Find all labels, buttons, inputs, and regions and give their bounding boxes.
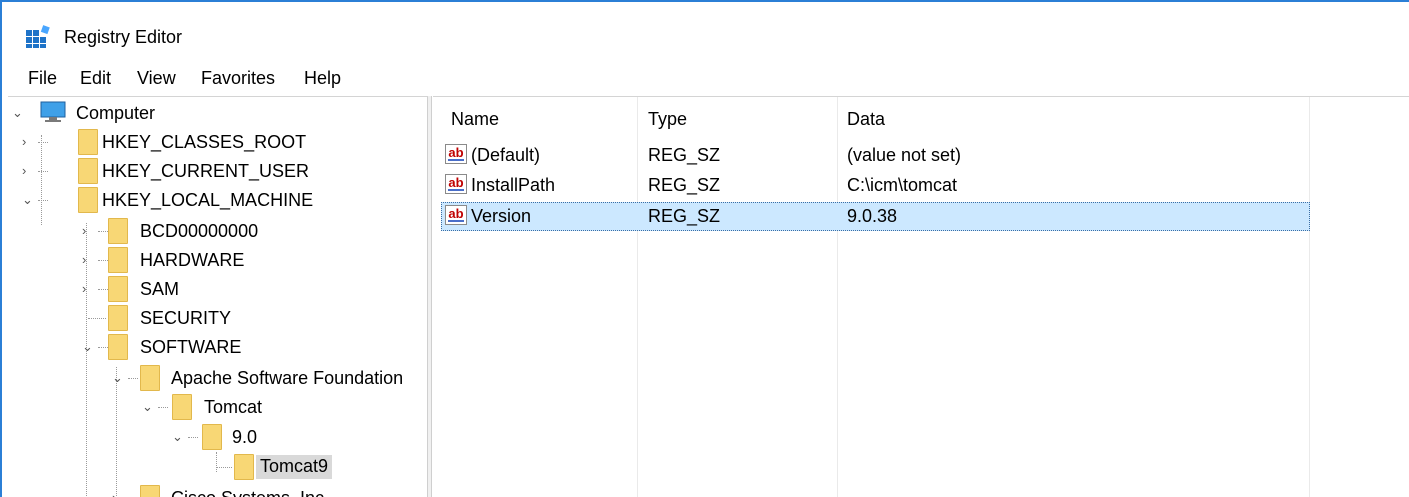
tree-connector (158, 407, 168, 408)
folder-icon (108, 334, 128, 360)
folder-icon (78, 158, 98, 184)
folder-icon (108, 247, 128, 273)
tree-label: SOFTWARE (140, 337, 242, 357)
tree-node-security[interactable]: SECURITY (8, 304, 408, 333)
tree-connector (38, 142, 48, 143)
tree-label: SAM (140, 279, 180, 299)
tree-node-hkcr[interactable]: › HKEY_CLASSES_ROOT (8, 128, 408, 157)
tree-connector (98, 289, 108, 290)
tree-label: SECURITY (140, 308, 232, 328)
tree-connector (128, 378, 138, 379)
chevron-right-icon[interactable]: › (112, 490, 126, 497)
tree-label: HKEY_LOCAL_MACHINE (102, 190, 314, 210)
value-name: InstallPath (471, 175, 556, 195)
tree-connector (98, 231, 108, 232)
tree-connector (98, 260, 108, 261)
chevron-down-icon[interactable]: ⌄ (112, 370, 126, 385)
folder-icon (78, 187, 98, 213)
folder-icon (108, 276, 128, 302)
pane-splitter[interactable] (428, 96, 432, 497)
string-value-icon: ab (445, 174, 467, 194)
chevron-down-icon[interactable]: ⌄ (142, 399, 156, 414)
folder-icon (108, 305, 128, 331)
tree-node-hkcu[interactable]: › HKEY_CURRENT_USER (8, 157, 408, 186)
tree-label-selected: Tomcat9 (256, 455, 333, 479)
menu-view[interactable]: View (135, 68, 178, 89)
value-name: (Default) (471, 145, 541, 165)
value-type: REG_SZ (648, 145, 721, 165)
column-header-name[interactable]: Name (451, 109, 499, 130)
menu-file[interactable]: File (26, 68, 59, 89)
tree-node-hardware[interactable]: › HARDWARE (8, 246, 408, 275)
tree-label: HARDWARE (140, 250, 245, 270)
string-value-icon: ab (445, 205, 467, 225)
tree-label: Computer (76, 103, 156, 123)
tree-node-bcd[interactable]: › BCD00000000 (8, 217, 408, 246)
value-row-selected[interactable]: ab Version REG_SZ 9.0.38 (441, 202, 1310, 231)
title-bar[interactable]: Registry Editor (2, 2, 1409, 60)
chevron-right-icon[interactable]: › (82, 223, 96, 238)
tree-node-tomcat9[interactable]: Tomcat9 (8, 453, 408, 482)
registry-editor-icon (26, 25, 50, 48)
tree-label: HKEY_CLASSES_ROOT (102, 132, 307, 152)
menu-edit[interactable]: Edit (78, 68, 113, 89)
registry-tree[interactable]: ⌄ Computer › HKEY_CLASSES_ROOT › HKEY_CU… (8, 96, 428, 497)
value-data: 9.0.38 (847, 206, 898, 226)
chevron-down-icon[interactable]: ⌄ (12, 105, 26, 120)
folder-icon (140, 365, 160, 391)
tree-connector (216, 467, 232, 468)
computer-icon (40, 101, 66, 122)
value-row[interactable]: ab InstallPath REG_SZ C:\icm\tomcat (441, 171, 1310, 200)
values-list[interactable]: Name Type Data ab (Default) REG_SZ (valu… (433, 96, 1409, 497)
folder-icon (234, 454, 254, 480)
window-title: Registry Editor (64, 27, 183, 47)
tree-node-hklm[interactable]: ⌄ HKEY_LOCAL_MACHINE (8, 186, 408, 215)
chevron-right-icon[interactable]: › (82, 252, 96, 267)
folder-icon (108, 218, 128, 244)
tree-label: HKEY_CURRENT_USER (102, 161, 310, 181)
tree-node-sam[interactable]: › SAM (8, 275, 408, 304)
chevron-down-icon[interactable]: ⌄ (82, 339, 96, 354)
value-type: REG_SZ (648, 206, 721, 226)
string-value-icon: ab (445, 144, 467, 164)
tree-label: Cisco Systems, Inc. (171, 488, 329, 497)
tree-label: 9.0 (232, 427, 258, 447)
tree-node-apache[interactable]: ⌄ Apache Software Foundation (8, 364, 427, 393)
value-name: Version (471, 206, 532, 226)
value-row[interactable]: ab (Default) REG_SZ (value not set) (441, 141, 1310, 170)
chevron-right-icon[interactable]: › (82, 281, 96, 296)
column-header-data[interactable]: Data (847, 109, 885, 130)
tree-label: Tomcat (204, 397, 263, 417)
menu-help[interactable]: Help (302, 68, 343, 89)
tree-node-tomcat[interactable]: ⌄ Tomcat (8, 393, 408, 422)
chevron-right-icon[interactable]: › (22, 134, 36, 149)
tree-connector (98, 347, 108, 348)
tree-node-computer[interactable]: ⌄ Computer (8, 99, 408, 128)
value-type: REG_SZ (648, 175, 721, 195)
column-header-type[interactable]: Type (648, 109, 687, 130)
tree-connector (188, 437, 198, 438)
chevron-right-icon[interactable]: › (22, 163, 36, 178)
folder-icon (202, 424, 222, 450)
tree-connector (88, 318, 106, 319)
tree-node-9-0[interactable]: ⌄ 9.0 (8, 423, 408, 452)
menu-bar: File Edit View Favorites Help (2, 60, 1409, 94)
folder-icon (78, 129, 98, 155)
tree-node-software[interactable]: ⌄ SOFTWARE (8, 333, 408, 362)
chevron-down-icon[interactable]: ⌄ (22, 192, 36, 207)
tree-label: BCD00000000 (140, 221, 259, 241)
value-data: (value not set) (847, 145, 962, 165)
folder-icon (140, 485, 160, 497)
value-data: C:\icm\tomcat (847, 175, 958, 195)
menu-favorites[interactable]: Favorites (199, 68, 277, 89)
tree-connector (38, 171, 48, 172)
tree-node-cisco[interactable]: › Cisco Systems, Inc. (8, 484, 408, 497)
folder-icon (172, 394, 192, 420)
tree-connector (38, 200, 48, 201)
chevron-down-icon[interactable]: ⌄ (172, 429, 186, 444)
tree-label: Apache Software Foundation (171, 368, 404, 388)
